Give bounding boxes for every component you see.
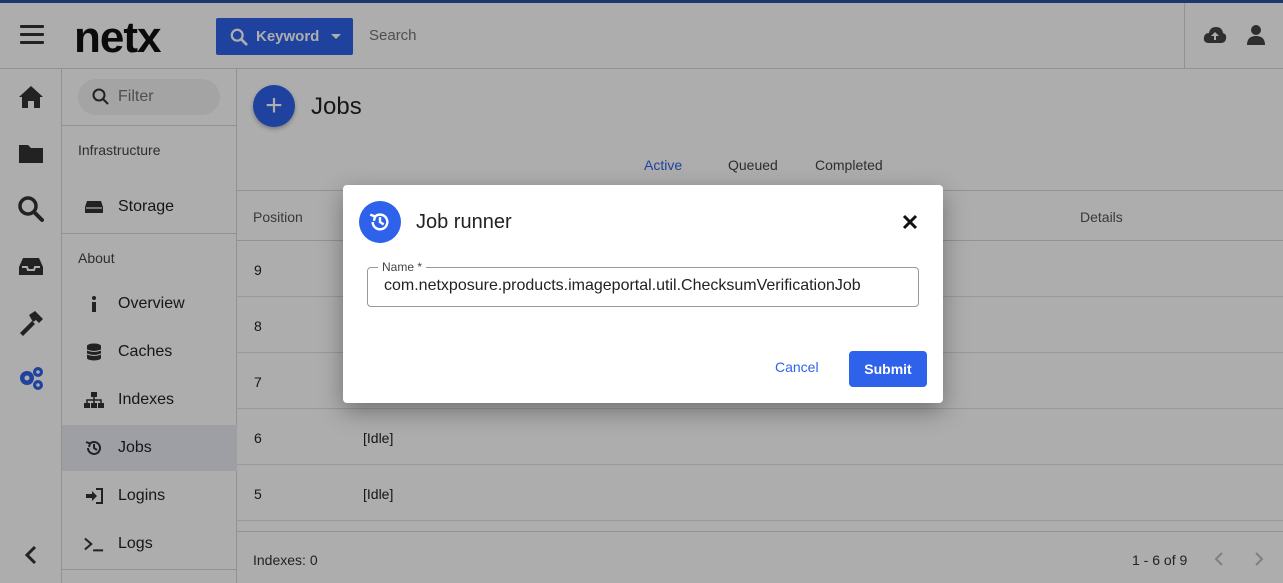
- app: netx Keyword Infrastructure Storage: [0, 0, 1283, 583]
- name-input[interactable]: [384, 277, 904, 295]
- name-field: Name *: [367, 260, 919, 307]
- job-runner-dialog: Job runner Name * Cancel Submit: [343, 185, 943, 403]
- dialog-title: Job runner: [416, 211, 512, 233]
- name-field-label: Name *: [378, 260, 427, 274]
- close-icon[interactable]: [901, 213, 919, 231]
- history-icon: [359, 201, 401, 243]
- cancel-button[interactable]: Cancel: [775, 359, 819, 375]
- submit-button[interactable]: Submit: [849, 351, 927, 387]
